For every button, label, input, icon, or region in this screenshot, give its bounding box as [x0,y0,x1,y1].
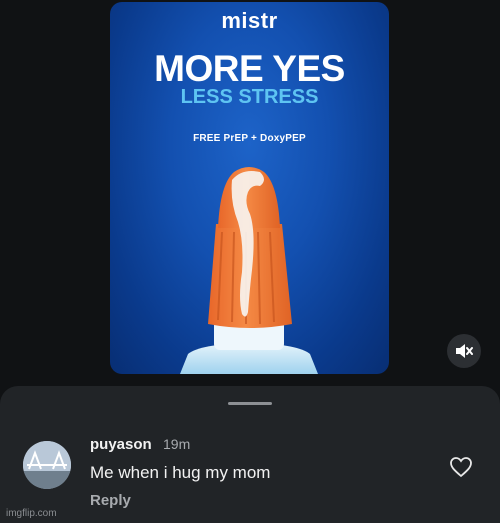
comment-username[interactable]: puyason [90,436,152,453]
speaker-muted-icon [456,344,473,358]
mute-toggle-button[interactable] [447,334,481,368]
reply-button[interactable]: Reply [90,492,131,509]
sheet-drag-handle[interactable] [228,402,272,405]
comment-timestamp: 19m [163,436,191,452]
avatar[interactable] [23,441,71,489]
heart-outline-icon [450,457,472,478]
like-button[interactable] [449,456,473,478]
comment-text: Me when i hug my mom [90,463,271,482]
product-photo [180,167,318,374]
ad-image-card[interactable]: mistr MORE YES LESS STRESS FREE PrEP + D… [110,2,389,374]
watermark: imgflip.com [6,508,57,519]
comments-sheet: puyason 19m Me when i hug my mom Reply [0,386,500,523]
